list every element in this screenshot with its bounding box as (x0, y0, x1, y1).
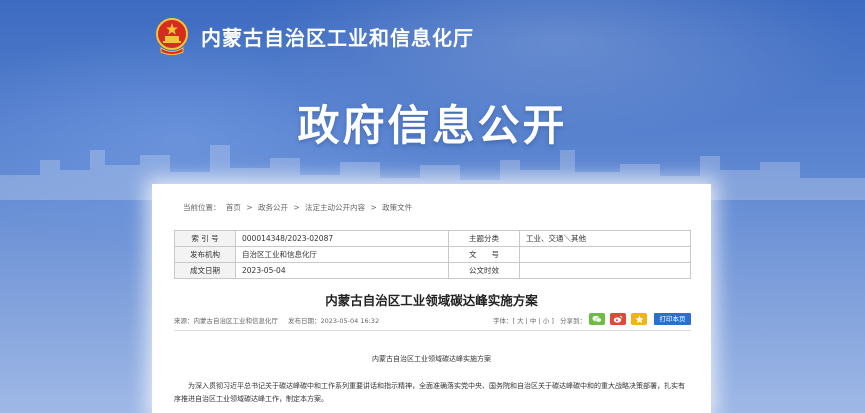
site-title[interactable]: 内蒙古自治区工业和信息化厅 (201, 22, 474, 51)
document-title: 内蒙古自治区工业领域碳达峰实施方案 (325, 293, 538, 308)
table-row: 成文日期 2023-05-04 公文时效 (174, 262, 691, 279)
table-row: 索 引 号 000014348/2023-02087 主题分类 工业、交通＼其他 (174, 230, 691, 247)
weibo-icon (613, 315, 623, 323)
article-source: 来源：内蒙古自治区工业和信息化厅 (174, 317, 278, 325)
breadcrumb-home[interactable]: 首页 (226, 203, 241, 212)
content-panel: 当前位置： 首页 > 政务公开 > 法定主动公开内容 > 政策文件 索 引 号 … (152, 184, 711, 413)
meta-label-date: 成文日期 (174, 262, 236, 279)
favorite-button[interactable] (631, 313, 647, 325)
meta-label-index: 索 引 号 (174, 230, 236, 247)
meta-label-doc-number: 文 号 (448, 246, 520, 263)
body-title: 内蒙古自治区工业领域碳达峰实施方案 (372, 355, 491, 363)
breadcrumb-prefix: 当前位置： (183, 203, 221, 212)
breadcrumb: 当前位置： 首页 > 政务公开 > 法定主动公开内容 > 政策文件 (183, 202, 415, 213)
meta-value-validity (519, 262, 691, 279)
breadcrumb-separator: > (246, 203, 253, 212)
meta-label-validity: 公文时效 (448, 262, 520, 279)
breadcrumb-separator: > (370, 203, 377, 212)
print-button[interactable]: 打印本页 (654, 313, 691, 325)
meta-value-index: 000014348/2023-02087 (235, 230, 449, 247)
meta-value-issuer: 自治区工业和信息化厅 (235, 246, 449, 263)
meta-value-date: 2023-05-04 (235, 262, 449, 279)
breadcrumb-statutory-disclosure[interactable]: 法定主动公开内容 (305, 203, 365, 212)
document-meta-table: 索 引 号 000014348/2023-02087 主题分类 工业、交通＼其他… (174, 230, 691, 279)
share-weibo-button[interactable] (610, 313, 626, 325)
site-header: 内蒙古自治区工业和信息化厅 (155, 16, 474, 56)
breadcrumb-gov-affairs[interactable]: 政务公开 (258, 203, 288, 212)
share-label: 分享到： (560, 317, 586, 325)
article-source-line: 来源：内蒙古自治区工业和信息化厅 发布日期：2023-05-04 16:32 (174, 315, 379, 325)
wechat-icon (592, 315, 602, 323)
meta-value-doc-number (519, 246, 691, 263)
breadcrumb-policy-docs[interactable]: 政策文件 (382, 203, 412, 212)
breadcrumb-separator: > (293, 203, 300, 212)
national-emblem-icon[interactable] (155, 17, 189, 55)
share-wechat-button[interactable] (589, 313, 605, 325)
meta-label-issuer: 发布机构 (174, 246, 236, 263)
meta-value-category: 工业、交通＼其他 (519, 230, 691, 247)
hero-title: 政府信息公开 (297, 101, 568, 150)
star-icon (634, 315, 644, 323)
article-publish-time: 发布日期：2023-05-04 16:32 (288, 317, 380, 325)
body-paragraph: 为深入贯彻习近平总书记关于碳达峰碳中和工作系列重要讲话和指示精神，全面准确落实党… (174, 382, 685, 403)
divider (174, 330, 691, 331)
table-row: 发布机构 自治区工业和信息化厅 文 号 (174, 246, 691, 263)
meta-label-category: 主题分类 (448, 230, 520, 247)
font-size-control[interactable]: 字体：[ 大 | 中 | 小 ] (493, 315, 554, 325)
